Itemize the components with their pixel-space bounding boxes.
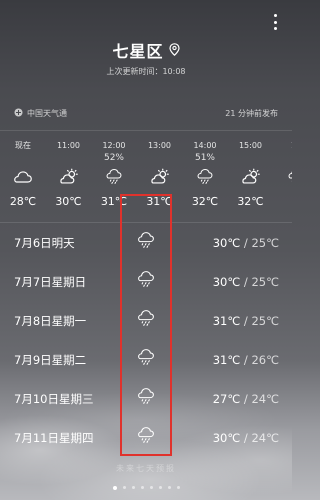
rain-icon (183, 165, 227, 187)
low-temperature: 25℃ (251, 235, 279, 250)
hourly-item: 16 6 3 (274, 140, 292, 208)
page-dot[interactable] (131, 486, 135, 489)
more-options-icon[interactable] (272, 14, 278, 30)
precipitation-probability: 52% (103, 153, 124, 163)
high-temperature: 27℃ (212, 391, 241, 406)
hour-time: 11:00 (56, 141, 81, 150)
source-name: 中国天气通 (27, 109, 67, 118)
day-label: 7月8日星期一 (14, 313, 87, 328)
day-temperature-range: 31℃ / 26℃ (213, 353, 279, 367)
temperature-separator: / (240, 430, 252, 445)
hour-temperature: 3 (274, 195, 292, 208)
cloud-icon (1, 165, 45, 187)
temperature-separator: / (240, 313, 252, 328)
day-label: 7月10日星期三 (14, 391, 94, 406)
precipitation-probability (1, 152, 45, 165)
page-dot[interactable] (122, 486, 126, 489)
high-temperature: 30℃ (212, 235, 241, 250)
partly-cloudy-icon (229, 165, 273, 187)
divider (0, 130, 292, 131)
temperature-separator: / (240, 235, 252, 250)
page-dot[interactable] (158, 486, 162, 489)
hour-time: 13:00 (147, 141, 172, 150)
day-temperature-range: 27℃ / 24℃ (213, 392, 279, 406)
hourly-item: 15:00 32℃ (229, 140, 273, 208)
city-name[interactable]: 七星区 (112, 38, 163, 62)
high-temperature: 30℃ (212, 430, 241, 445)
precipitation-probability (47, 152, 91, 165)
day-temperature-range: 30℃ / 24℃ (213, 431, 279, 445)
day-temperature-range: 30℃ / 25℃ (213, 275, 279, 289)
hour-temperature: 32℃ (237, 195, 264, 208)
page-dot[interactable] (167, 486, 171, 489)
hour-time: 14:00 (193, 141, 217, 150)
rain-icon (92, 165, 136, 187)
hour-time: 现在 (15, 141, 31, 150)
data-source-row: 中国天气通 21 分钟前发布 (14, 108, 278, 119)
page-dot-active[interactable] (112, 486, 117, 490)
temperature-separator: / (240, 352, 252, 367)
hourly-item: 现在 28℃ (1, 140, 45, 208)
day-label: 7月6日明天 (14, 235, 75, 250)
page-indicator[interactable] (0, 486, 292, 490)
low-temperature: 26℃ (251, 352, 279, 367)
hour-time: 16 (274, 140, 292, 152)
hourly-item: 11:00 30℃ (47, 140, 91, 208)
precipitation-probability (138, 152, 182, 165)
hour-time: 15:00 (238, 141, 263, 150)
footer-hint: 未来七天预报 (116, 464, 176, 473)
page-dot[interactable] (140, 486, 144, 489)
rain-icon (274, 165, 292, 187)
high-temperature: 30℃ (212, 274, 241, 289)
day-label: 7月9日星期二 (14, 352, 87, 367)
hour-temperature: 30℃ (55, 195, 82, 208)
high-temperature: 31℃ (212, 313, 241, 328)
precipitation-probability (229, 152, 273, 165)
temperature-separator: / (240, 274, 252, 289)
low-temperature: 25℃ (251, 274, 279, 289)
last-update-time: 上次更新时间：10:08 (106, 67, 186, 76)
low-temperature: 24℃ (251, 430, 279, 445)
low-temperature: 24℃ (251, 391, 279, 406)
hourly-item: 14:00 51% 32℃ (183, 140, 227, 208)
partly-cloudy-icon (47, 165, 91, 187)
header: 七星区 上次更新时间：10:08 (0, 38, 292, 77)
temperature-separator: / (240, 391, 252, 406)
published-time: 21 分钟前发布 (225, 109, 278, 118)
low-temperature: 25℃ (251, 313, 279, 328)
weather-service-logo-icon (14, 108, 23, 119)
day-temperature-range: 31℃ / 25℃ (213, 314, 279, 328)
day-label: 7月7日星期日 (14, 274, 87, 289)
day-label: 7月11日星期四 (14, 430, 94, 445)
hour-temperature: 28℃ (9, 195, 37, 208)
hour-temperature: 32℃ (191, 195, 219, 208)
day-temperature-range: 30℃ / 25℃ (213, 236, 279, 250)
location-pin-icon[interactable] (168, 41, 180, 60)
page-dot[interactable] (149, 486, 153, 489)
precipitation-probability: 6 (274, 152, 292, 165)
hour-time: 12:00 (102, 141, 126, 150)
partly-cloudy-icon (138, 165, 182, 187)
high-temperature: 31℃ (212, 352, 241, 367)
precipitation-probability: 51% (194, 153, 215, 163)
highlight-annotation-box (120, 194, 172, 456)
page-dot[interactable] (176, 486, 180, 489)
